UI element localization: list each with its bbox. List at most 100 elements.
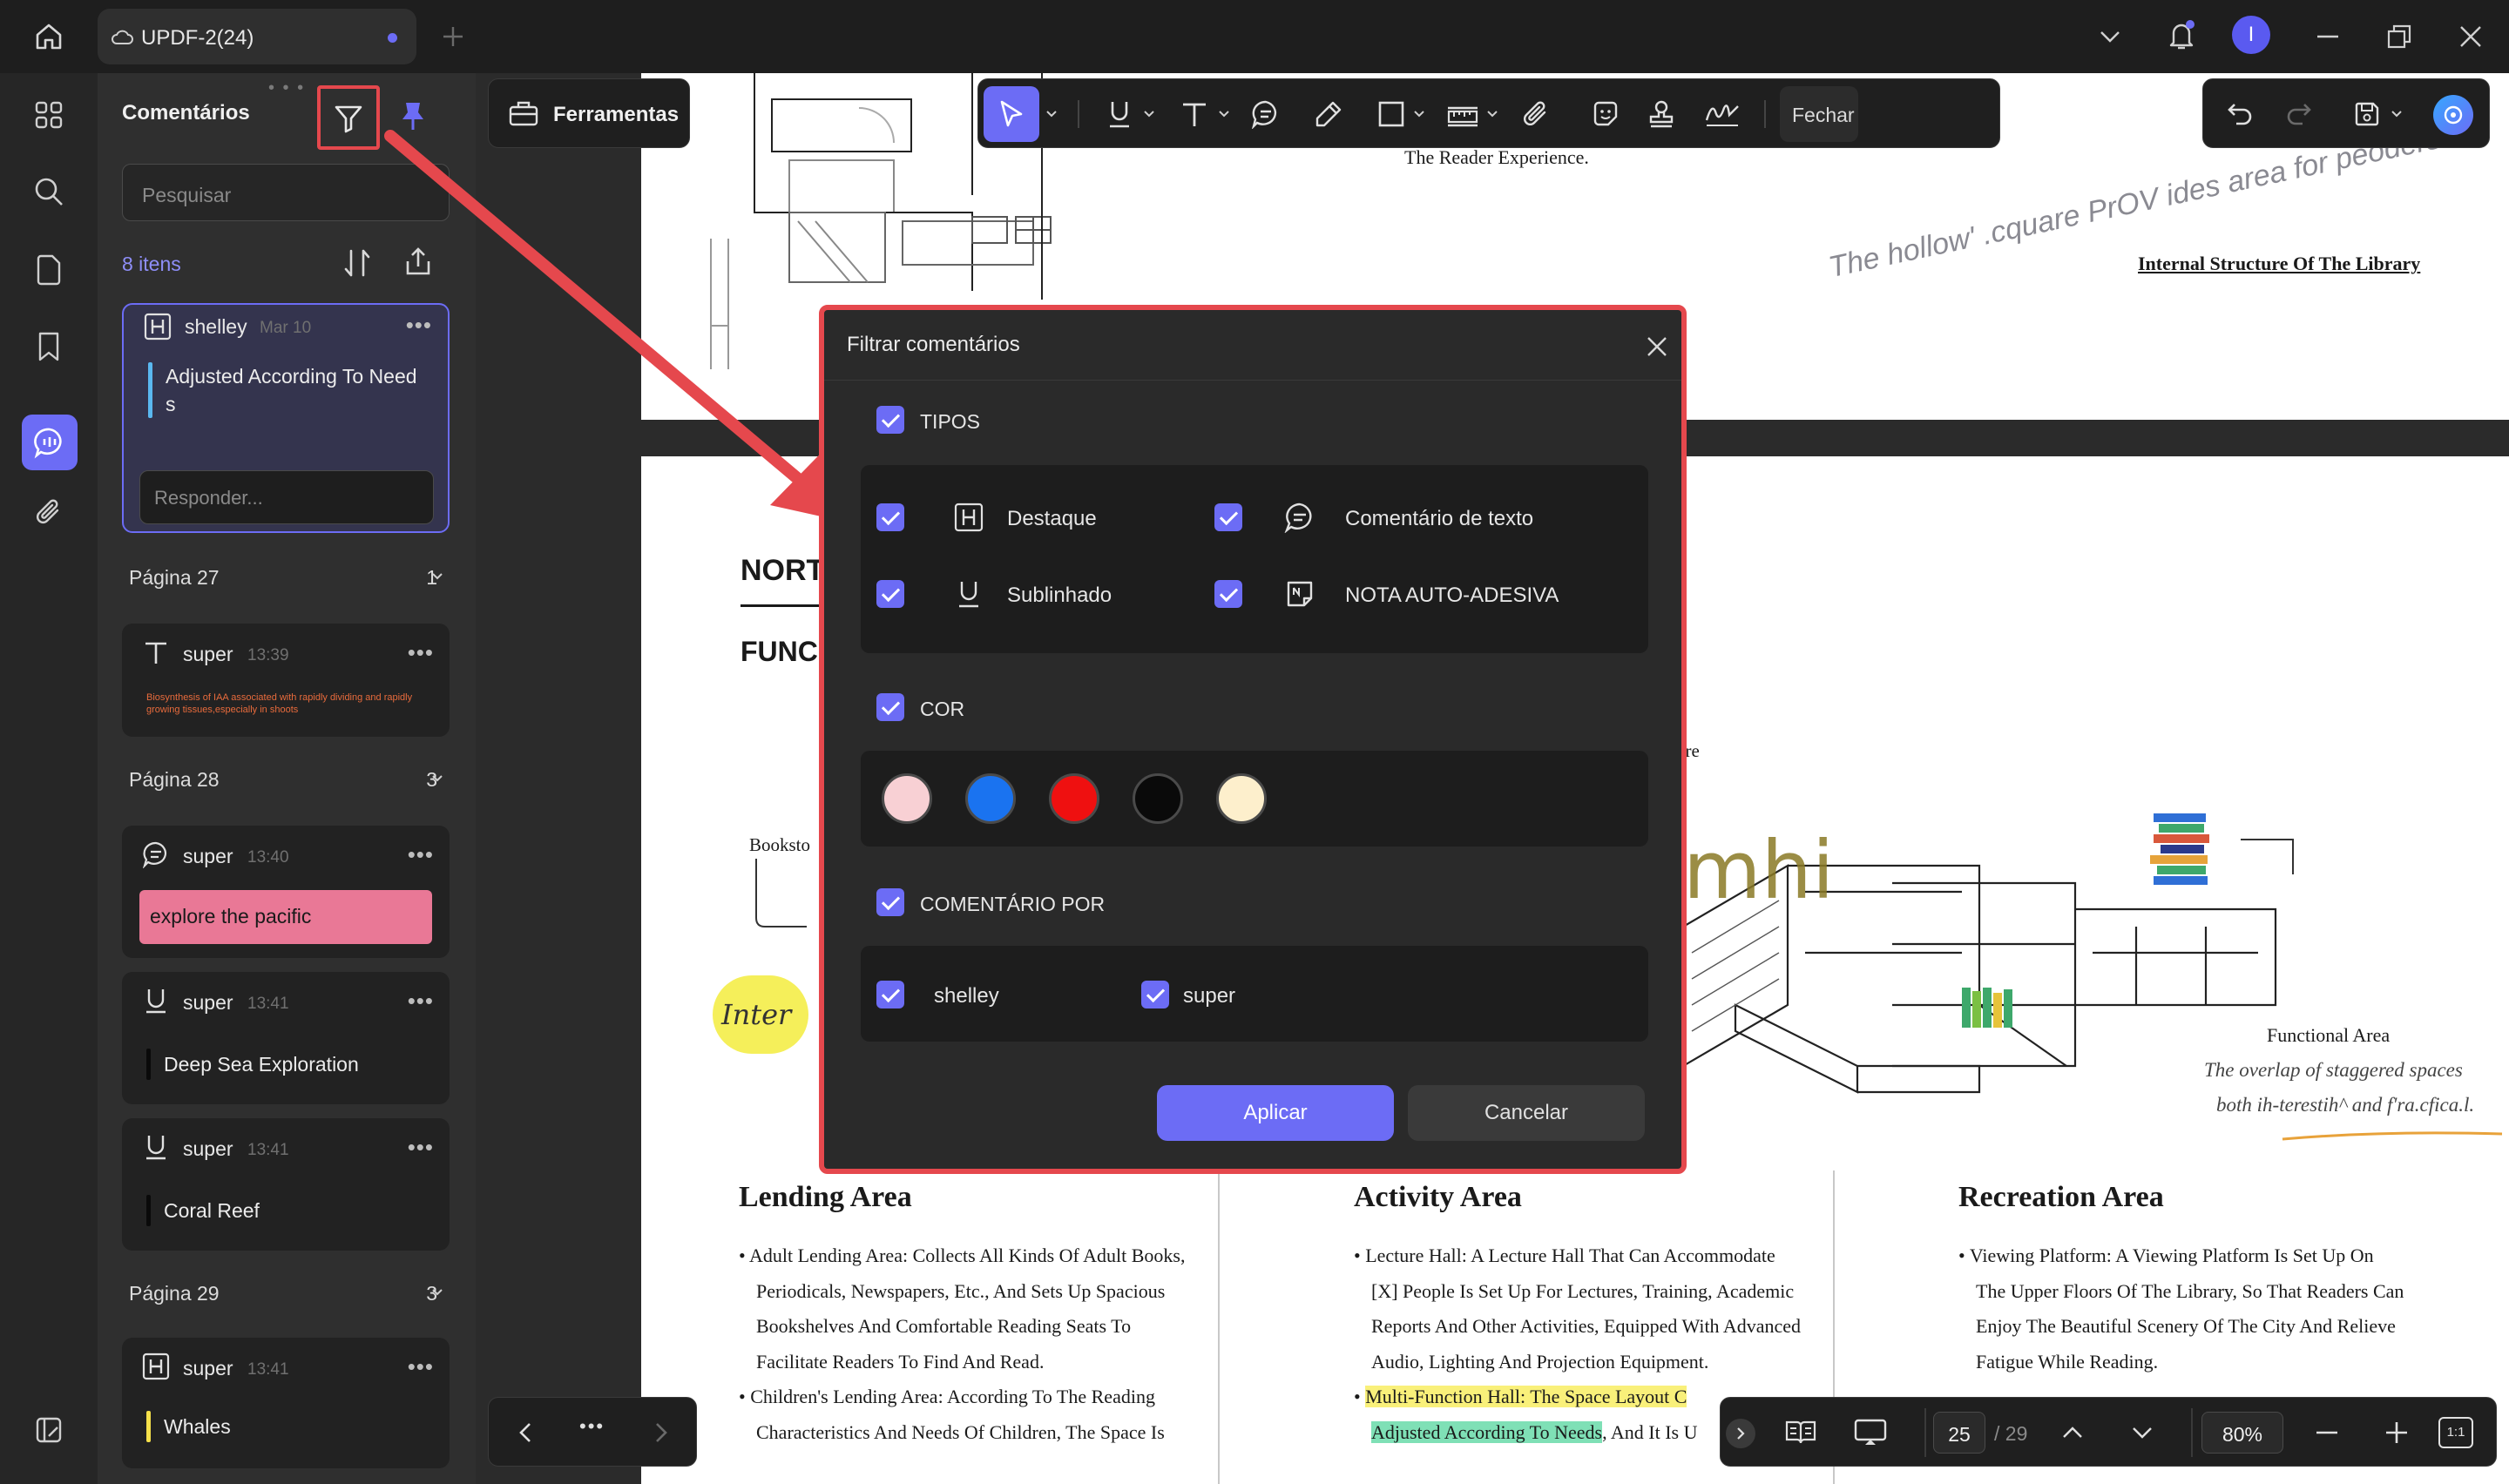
chevron-down-icon[interactable] xyxy=(429,1284,446,1301)
chevron-down-icon[interactable] xyxy=(429,568,446,585)
comment-card[interactable]: super 13:41 ••• Coral Reef xyxy=(122,1118,450,1251)
underline-type-icon xyxy=(141,1132,171,1162)
chevron-right-icon[interactable] xyxy=(644,1415,679,1450)
more-options-icon[interactable]: ••• xyxy=(408,639,434,666)
text-comment-type-icon xyxy=(141,840,171,869)
comments-panel-button[interactable] xyxy=(22,415,78,470)
comment-tool-icon[interactable] xyxy=(1248,97,1283,132)
save-icon[interactable] xyxy=(2350,97,2384,132)
measure-tool-icon[interactable] xyxy=(1444,97,1482,132)
chevron-down-icon[interactable] xyxy=(1484,105,1501,123)
group-header-page-29[interactable]: Página 29 xyxy=(129,1282,220,1305)
more-options-icon[interactable]: ••• xyxy=(408,841,434,868)
chevron-down-icon[interactable] xyxy=(1410,105,1428,123)
close-window-icon[interactable] xyxy=(2453,19,2488,54)
chevron-down-icon[interactable] xyxy=(1140,105,1158,123)
highlight-type-icon xyxy=(951,500,986,535)
orange-underline-stroke xyxy=(2282,1131,2503,1141)
chevron-up-icon[interactable] xyxy=(2055,1415,2090,1450)
document-tab[interactable]: UPDF-2(24) xyxy=(98,9,416,64)
chevron-down-icon[interactable] xyxy=(1215,105,1233,123)
group-header-page-28[interactable]: Página 28 xyxy=(129,768,220,792)
user-avatar[interactable]: I xyxy=(2232,16,2270,54)
chevron-down-icon[interactable] xyxy=(2093,19,2127,54)
comment-card[interactable]: super 13:41 ••• Whales xyxy=(122,1338,450,1468)
author-shelley-checkbox[interactable] xyxy=(876,981,904,1008)
close-toolbar-button[interactable]: Fechar xyxy=(1780,86,1858,142)
page-number-input[interactable]: 25 xyxy=(1933,1412,1985,1454)
zoom-input[interactable]: 80% xyxy=(2201,1412,2283,1454)
card-time: 13:41 xyxy=(247,1141,289,1159)
undo-icon[interactable] xyxy=(2222,97,2257,132)
more-options-icon[interactable]: ••• xyxy=(408,1134,434,1161)
presentation-icon[interactable] xyxy=(1851,1415,1890,1450)
chevron-down-icon[interactable] xyxy=(2125,1415,2160,1450)
attach-tool-icon[interactable] xyxy=(1518,97,1553,132)
color-swatch-cream[interactable] xyxy=(1216,773,1267,824)
types-checkbox[interactable] xyxy=(876,406,904,434)
list-item: Audio, Lighting And Projection Equipment… xyxy=(1371,1350,1709,1373)
redo-icon[interactable] xyxy=(2282,97,2316,132)
collapse-button[interactable] xyxy=(1726,1419,1755,1448)
color-swatch-blue[interactable] xyxy=(965,773,1016,824)
chevron-down-icon[interactable] xyxy=(1043,105,1060,123)
thumbnails-grid-icon[interactable] xyxy=(31,98,66,132)
list-item: Characteristics And Needs Of Children, T… xyxy=(756,1420,1165,1443)
doc-heading-activity: Activity Area xyxy=(1354,1181,1522,1213)
actual-size-button[interactable]: 1:1 xyxy=(2438,1417,2473,1448)
underline-tool-icon[interactable] xyxy=(1102,97,1137,132)
chevron-down-icon[interactable] xyxy=(2388,105,2405,123)
new-tab-plus-icon[interactable] xyxy=(436,19,470,54)
pages-icon[interactable] xyxy=(31,253,66,287)
group-header-page-27[interactable]: Página 27 xyxy=(129,566,220,590)
doc-stamp-mhi: mhi xyxy=(1683,824,1835,917)
ai-assistant-icon[interactable] xyxy=(2433,95,2473,135)
sticky-note-checkbox[interactable] xyxy=(1214,580,1242,608)
rectangle-tool-icon[interactable] xyxy=(1374,97,1409,132)
underline-checkbox[interactable] xyxy=(876,580,904,608)
doc-heading-recreation: Recreation Area xyxy=(1958,1181,2164,1213)
author-super-checkbox[interactable] xyxy=(1141,981,1169,1008)
card-author: super xyxy=(183,991,233,1014)
restore-icon[interactable] xyxy=(2382,19,2417,54)
apply-button[interactable]: Aplicar xyxy=(1157,1085,1394,1141)
more-icon[interactable]: ••• xyxy=(579,1415,605,1438)
more-options-icon[interactable]: ••• xyxy=(408,1353,434,1380)
more-options-icon[interactable]: ••• xyxy=(408,988,434,1015)
reading-mode-icon[interactable] xyxy=(1782,1415,1820,1450)
text-tool-icon[interactable] xyxy=(1177,97,1212,132)
panel-title: Comentários xyxy=(122,101,250,125)
highlight-checkbox[interactable] xyxy=(876,503,904,531)
close-icon[interactable] xyxy=(1640,329,1674,364)
comment-card[interactable]: super 13:40 ••• explore the pacific xyxy=(122,826,450,958)
color-swatch-black[interactable] xyxy=(1133,773,1183,824)
select-tool-button[interactable] xyxy=(984,86,1039,142)
comment-card[interactable]: super 13:41 ••• Deep Sea Exploration xyxy=(122,972,450,1104)
zoom-in-icon[interactable] xyxy=(2379,1415,2414,1450)
bookmark-icon[interactable] xyxy=(31,329,66,364)
minimize-icon[interactable] xyxy=(2310,19,2345,54)
comment-card[interactable]: super 13:39 ••• Biosynthesis of IAA asso… xyxy=(122,624,450,737)
color-checkbox[interactable] xyxy=(876,693,904,721)
signature-tool-icon[interactable] xyxy=(1701,97,1743,132)
text-comment-checkbox[interactable] xyxy=(1214,503,1242,531)
pencil-tool-icon[interactable] xyxy=(1311,97,1346,132)
search-icon[interactable] xyxy=(31,174,66,209)
cancel-button[interactable]: Cancelar xyxy=(1408,1085,1645,1141)
home-icon[interactable] xyxy=(30,17,68,56)
comment-by-checkbox[interactable] xyxy=(876,888,904,916)
sticker-tool-icon[interactable] xyxy=(1588,97,1623,132)
doc-handwriting-line1: The overlap of staggered spaces xyxy=(2204,1059,2463,1081)
attachment-icon[interactable] xyxy=(31,495,66,530)
actual-size-label: 1:1 xyxy=(2446,1425,2465,1440)
zoom-out-icon[interactable] xyxy=(2309,1415,2344,1450)
color-swatch-pink[interactable] xyxy=(882,773,932,824)
types-label: TIPOS xyxy=(920,410,981,433)
chevron-down-icon[interactable] xyxy=(429,770,446,787)
color-swatch-red[interactable] xyxy=(1049,773,1099,824)
notification-bell-icon[interactable] xyxy=(2162,16,2201,54)
chevron-left-icon[interactable] xyxy=(508,1415,543,1450)
stamp-tool-icon[interactable] xyxy=(1644,97,1679,132)
drag-handle[interactable]: • • • xyxy=(268,78,305,98)
sidebar-layout-icon[interactable] xyxy=(31,1413,66,1447)
